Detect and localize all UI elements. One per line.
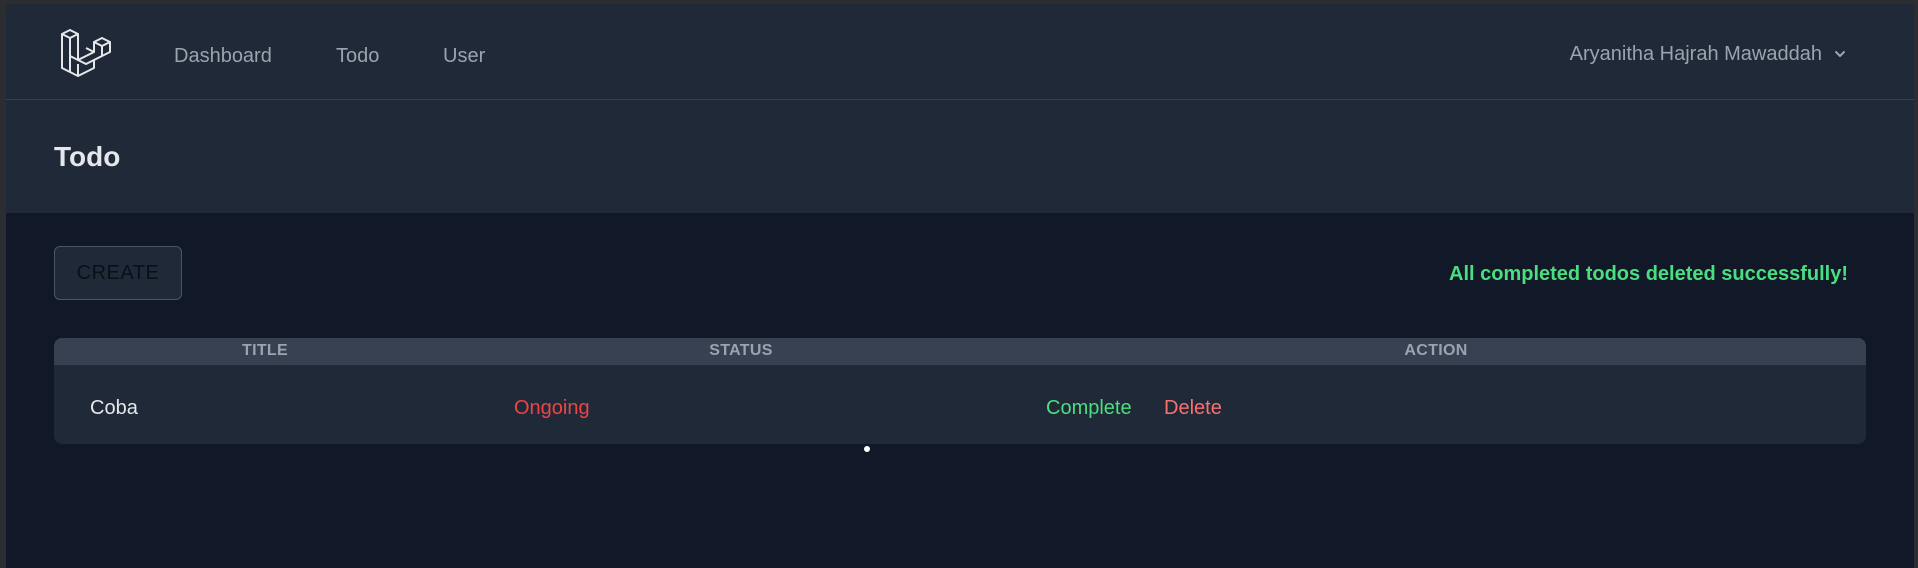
column-header-title: TITLE [242, 342, 288, 359]
mouse-cursor [864, 446, 870, 452]
app-window: Dashboard Todo User Aryanitha Hajrah Maw… [6, 4, 1914, 568]
user-menu-dropdown[interactable]: Aryanitha Hajrah Mawaddah [1570, 42, 1848, 66]
laravel-logo-icon[interactable] [58, 26, 112, 80]
chevron-down-icon [1835, 51, 1845, 57]
column-header-status: STATUS [709, 342, 773, 359]
page-title: Todo [54, 141, 121, 172]
column-header-action: ACTION [1404, 342, 1468, 359]
delete-link[interactable]: Delete [1164, 396, 1222, 420]
success-flash-message: All completed todos deleted successfully… [1449, 263, 1848, 285]
page-header: Todo [6, 100, 1914, 213]
nav-dashboard[interactable]: Dashboard [174, 44, 272, 68]
todo-title-cell: Coba [90, 397, 138, 419]
table-header: TITLE STATUS ACTION [54, 338, 1866, 365]
nav-user[interactable]: User [443, 44, 485, 68]
top-navbar: Dashboard Todo User Aryanitha Hajrah Maw… [6, 4, 1914, 100]
create-button[interactable]: CREATE [54, 246, 182, 300]
complete-link[interactable]: Complete [1046, 396, 1132, 420]
nav-todo[interactable]: Todo [336, 44, 379, 68]
user-name: Aryanitha Hajrah Mawaddah [1569, 43, 1822, 65]
todo-table: TITLE STATUS ACTION Coba Ongoing Complet… [54, 338, 1866, 444]
todo-status-cell: Ongoing [514, 397, 590, 419]
